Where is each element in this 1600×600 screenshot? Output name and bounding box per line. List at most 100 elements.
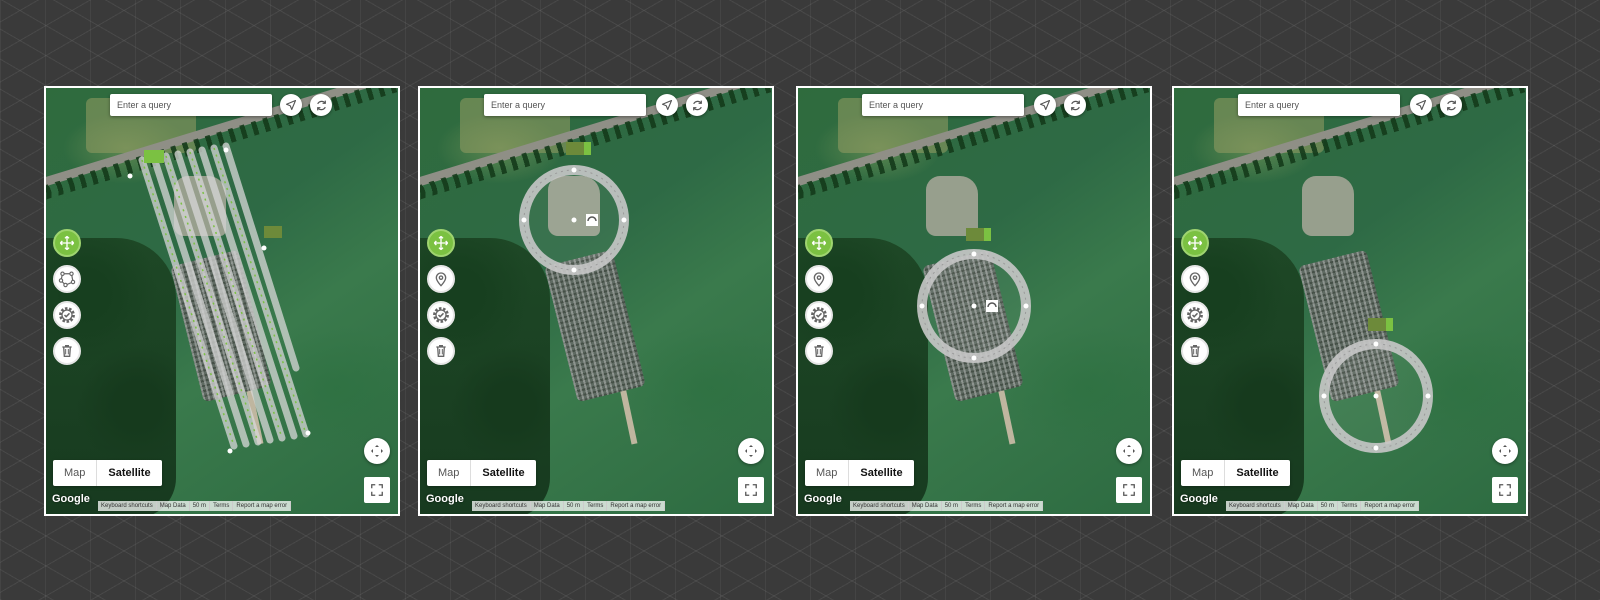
map-type-map[interactable]: Map	[53, 460, 96, 486]
recenter-arrows-icon	[1123, 445, 1135, 457]
map-type-map[interactable]: Map	[805, 460, 848, 486]
map-data-link[interactable]: Map Data	[531, 501, 564, 511]
scale-label: 50 m	[1318, 501, 1339, 511]
refresh-button[interactable]	[310, 94, 332, 116]
map-panel-1[interactable]: Map Satellite Google Keyboard shortcuts …	[44, 86, 400, 516]
search-box[interactable]	[862, 94, 1024, 116]
location-pin-icon	[813, 272, 825, 287]
google-logo: Google	[804, 493, 842, 505]
map-type-satellite[interactable]: Satellite	[97, 460, 161, 486]
location-pin-tool-button[interactable]	[1181, 265, 1209, 293]
delete-button[interactable]	[53, 337, 81, 365]
survey-grid-overlay[interactable]	[46, 88, 398, 514]
navigation-arrow-icon	[285, 99, 297, 111]
navigation-arrow-icon	[1415, 99, 1427, 111]
search-box[interactable]	[1238, 94, 1400, 116]
trash-icon	[1190, 345, 1200, 357]
map-type-satellite[interactable]: Satellite	[1225, 460, 1289, 486]
scale-label: 50 m	[942, 501, 963, 511]
search-box[interactable]	[484, 94, 646, 116]
orbit-overlay[interactable]	[1174, 88, 1526, 514]
delete-button[interactable]	[1181, 337, 1209, 365]
fullscreen-icon	[1499, 484, 1511, 496]
fullscreen-button[interactable]	[364, 477, 390, 503]
orbit-overlay[interactable]	[798, 88, 1150, 514]
my-location-button[interactable]	[656, 94, 678, 116]
map-type-map[interactable]: Map	[1181, 460, 1224, 486]
location-pin-icon	[435, 272, 447, 287]
map-type-control[interactable]: Map Satellite	[805, 460, 914, 486]
settings-check-button[interactable]	[427, 301, 455, 329]
location-pin-tool-button[interactable]	[805, 265, 833, 293]
recenter-button[interactable]	[1116, 438, 1142, 464]
orbit-overlay[interactable]	[420, 88, 772, 514]
search-input[interactable]	[115, 99, 272, 111]
map-type-control[interactable]: Map Satellite	[427, 460, 536, 486]
report-error-link[interactable]: Report a map error	[607, 501, 666, 511]
my-location-button[interactable]	[280, 94, 302, 116]
terms-link[interactable]: Terms	[210, 501, 234, 511]
refresh-button[interactable]	[686, 94, 708, 116]
search-input[interactable]	[867, 99, 1024, 111]
terms-link[interactable]: Terms	[584, 501, 608, 511]
map-type-satellite[interactable]: Satellite	[471, 460, 535, 486]
move-tool-button[interactable]	[53, 229, 81, 257]
map-type-control[interactable]: Map Satellite	[53, 460, 162, 486]
location-pin-icon	[1189, 272, 1201, 287]
map-data-link[interactable]: Map Data	[1285, 501, 1318, 511]
map-data-link[interactable]: Map Data	[157, 501, 190, 511]
google-logo: Google	[426, 493, 464, 505]
recenter-button[interactable]	[738, 438, 764, 464]
scale-label: 50 m	[564, 501, 585, 511]
fullscreen-button[interactable]	[1116, 477, 1142, 503]
search-input[interactable]	[1243, 99, 1400, 111]
move-tool-button[interactable]	[427, 229, 455, 257]
fullscreen-button[interactable]	[1492, 477, 1518, 503]
recenter-button[interactable]	[364, 438, 390, 464]
refresh-button[interactable]	[1064, 94, 1086, 116]
settings-check-button[interactable]	[53, 301, 81, 329]
map-panel-3[interactable]: Map Satellite Google Keyboard shortcuts …	[796, 86, 1152, 516]
settings-check-button[interactable]	[805, 301, 833, 329]
search-input[interactable]	[489, 99, 646, 111]
recenter-button[interactable]	[1492, 438, 1518, 464]
map-type-control[interactable]: Map Satellite	[1181, 460, 1290, 486]
polygon-tool-button[interactable]	[53, 265, 81, 293]
keyboard-shortcuts-link[interactable]: Keyboard shortcuts	[98, 501, 157, 511]
gear-check-icon	[1187, 307, 1203, 323]
delete-button[interactable]	[805, 337, 833, 365]
delete-button[interactable]	[427, 337, 455, 365]
terms-link[interactable]: Terms	[962, 501, 986, 511]
refresh-icon	[1446, 100, 1456, 110]
terms-link[interactable]: Terms	[1338, 501, 1362, 511]
map-type-map[interactable]: Map	[427, 460, 470, 486]
move-arrows-icon	[811, 235, 827, 251]
refresh-button[interactable]	[1440, 94, 1462, 116]
map-footer: Keyboard shortcuts Map Data 50 m Terms R…	[850, 501, 1044, 511]
keyboard-shortcuts-link[interactable]: Keyboard shortcuts	[850, 501, 909, 511]
map-type-satellite[interactable]: Satellite	[849, 460, 913, 486]
move-tool-button[interactable]	[805, 229, 833, 257]
keyboard-shortcuts-link[interactable]: Keyboard shortcuts	[1226, 501, 1285, 511]
gear-check-icon	[59, 307, 75, 323]
refresh-icon	[316, 100, 326, 110]
move-tool-button[interactable]	[1181, 229, 1209, 257]
settings-check-button[interactable]	[1181, 301, 1209, 329]
fullscreen-icon	[371, 484, 383, 496]
recenter-arrows-icon	[371, 445, 383, 457]
move-arrows-icon	[59, 235, 75, 251]
location-pin-tool-button[interactable]	[427, 265, 455, 293]
fullscreen-button[interactable]	[738, 477, 764, 503]
google-logo: Google	[52, 493, 90, 505]
report-error-link[interactable]: Report a map error	[985, 501, 1044, 511]
report-error-link[interactable]: Report a map error	[233, 501, 292, 511]
map-panel-2[interactable]: Map Satellite Google Keyboard shortcuts …	[418, 86, 774, 516]
map-panel-4[interactable]: Map Satellite Google Keyboard shortcuts …	[1172, 86, 1528, 516]
map-footer: Keyboard shortcuts Map Data 50 m Terms R…	[1226, 501, 1420, 511]
report-error-link[interactable]: Report a map error	[1361, 501, 1420, 511]
map-data-link[interactable]: Map Data	[909, 501, 942, 511]
my-location-button[interactable]	[1410, 94, 1432, 116]
keyboard-shortcuts-link[interactable]: Keyboard shortcuts	[472, 501, 531, 511]
search-box[interactable]	[110, 94, 272, 116]
my-location-button[interactable]	[1034, 94, 1056, 116]
